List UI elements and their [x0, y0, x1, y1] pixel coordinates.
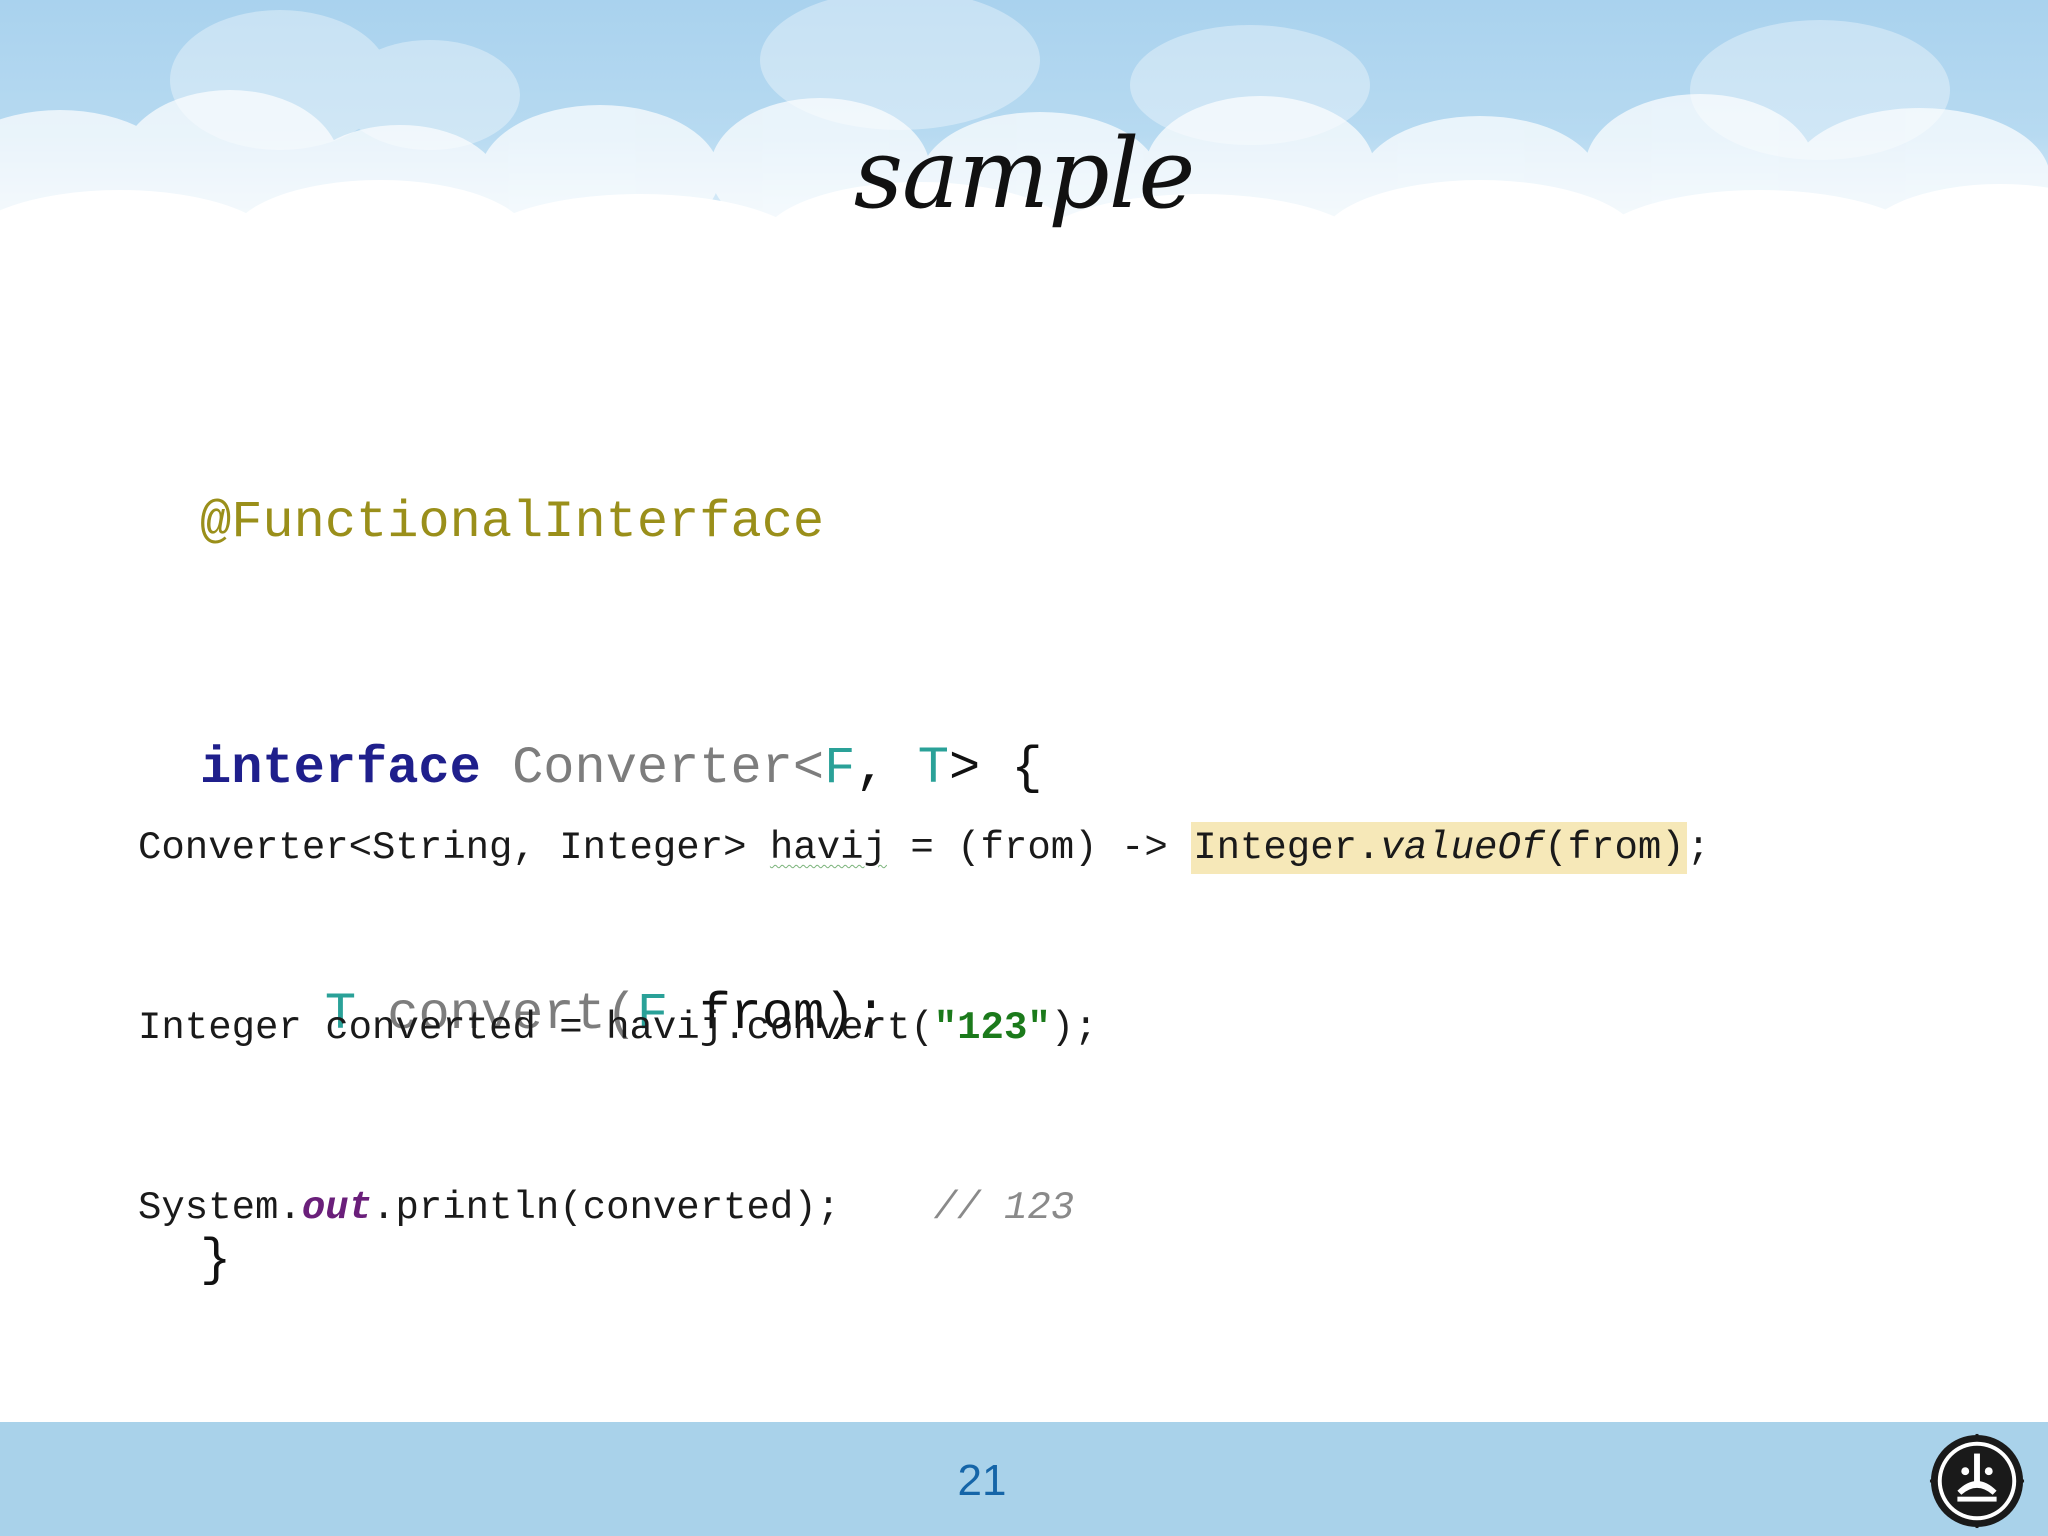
code-text: System. [138, 1186, 302, 1230]
university-emblem-icon [1929, 1433, 2025, 1529]
code-text: ; [1686, 826, 1711, 870]
code-text: Converter<String, Integer> [138, 826, 770, 870]
usage-code-block: Converter<String, Integer> havij = (from… [138, 698, 1710, 1358]
code-line: Integer converted = havij.convert("123")… [138, 998, 1710, 1058]
slide-title: sample [853, 118, 1196, 230]
code-text: .println(converted); [372, 1186, 934, 1230]
comment-token: // 123 [933, 1186, 1075, 1230]
variable-token: havij [769, 826, 887, 870]
code-text: ); [1050, 1006, 1098, 1050]
method-token: valueOf [1380, 826, 1545, 870]
page-number: 21 [957, 1456, 1007, 1505]
footer-bar: 21 [0, 1422, 2048, 1536]
slide: sample @FunctionalInterface interface Co… [0, 0, 2048, 1536]
code-text: = (from) -> [886, 826, 1192, 870]
code-text: (from) [1544, 826, 1685, 870]
code-line: @FunctionalInterface [200, 482, 1043, 564]
code-line: Converter<String, Integer> havij = (from… [138, 818, 1710, 878]
annotation-token: @FunctionalInterface [200, 493, 825, 552]
string-literal: "123" [933, 1006, 1051, 1050]
code-text: Integer converted = havij.convert( [138, 1006, 934, 1050]
code-text: Integer. [1193, 826, 1381, 870]
highlighted-expression: Integer.valueOf(from) [1191, 822, 1687, 874]
code-line: System.out.println(converted); // 123 [138, 1178, 1710, 1238]
field-token: out [301, 1186, 373, 1230]
